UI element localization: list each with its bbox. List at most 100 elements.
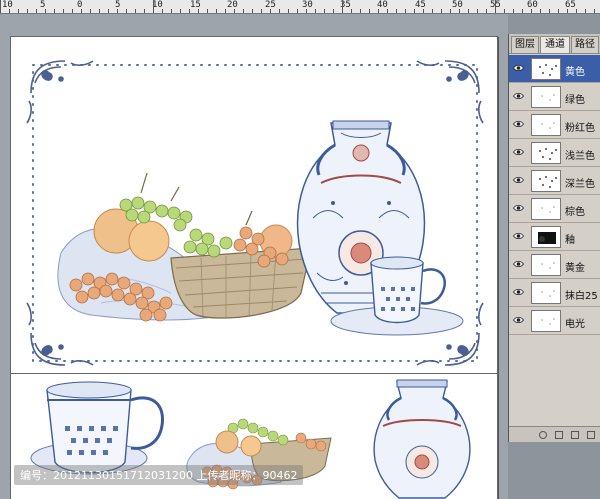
channel-name: 黄金 <box>565 263 585 274</box>
ruler-tick <box>378 9 379 13</box>
ruler-tick <box>333 9 334 13</box>
delete-channel-icon[interactable] <box>587 431 595 439</box>
corner-ornament-tl <box>26 60 94 124</box>
ruler-tick <box>423 9 424 13</box>
channel-thumbnail <box>531 170 561 192</box>
ruler-tick <box>117 9 118 13</box>
photoshop-window: 10505101520253035404550556065 <box>0 0 600 499</box>
eye-icon[interactable] <box>513 92 524 100</box>
channel-row[interactable]: 电光 <box>509 307 600 335</box>
ruler-tick <box>18 9 19 13</box>
ruler-tick <box>396 9 397 13</box>
ruler-tick <box>297 9 298 13</box>
ruler-label: 20 <box>227 0 238 10</box>
channel-thumbnail <box>531 226 561 248</box>
panel-gap <box>508 14 600 34</box>
channel-thumbnail <box>531 58 561 80</box>
ruler-tick <box>567 9 568 13</box>
channel-thumbnail <box>531 282 561 304</box>
ruler-label: 45 <box>415 0 426 10</box>
ruler-tick <box>81 9 82 13</box>
watermark-text: 编号：20121130151712031200 上传者昵称：90462 <box>14 465 304 485</box>
strip-tea-cup <box>30 381 164 475</box>
ruler-label: 60 <box>527 0 538 10</box>
channel-row[interactable]: 棕色 <box>509 195 600 223</box>
strip-vase <box>373 379 471 499</box>
save-selection-icon[interactable] <box>555 431 563 439</box>
channel-name: 抹白25 <box>565 291 598 302</box>
ruler-tick <box>351 9 352 13</box>
channel-thumbnail <box>531 310 561 332</box>
ruler-tick <box>387 9 388 13</box>
channel-row[interactable]: 浅兰色 <box>509 139 600 167</box>
ruler-tick <box>405 9 406 13</box>
canvas-area[interactable]: 编号：20121130151712031200 上传者昵称：90462 <box>0 14 508 499</box>
ruler-tick <box>369 9 370 13</box>
ruler-tick <box>54 9 55 13</box>
channel-row[interactable]: 黄金 <box>509 251 600 279</box>
panel-footer-gap <box>508 442 600 499</box>
ruler-tick <box>594 9 595 13</box>
ruler-tick <box>9 9 10 13</box>
channel-name: 绿色 <box>565 95 585 106</box>
eye-icon[interactable] <box>513 120 524 128</box>
ruler-tick <box>198 9 199 13</box>
ruler-tick <box>459 9 460 13</box>
channel-row[interactable]: 绿色 <box>509 83 600 111</box>
ruler-tick <box>63 9 64 13</box>
ruler-label: 15 <box>190 0 201 10</box>
horizontal-ruler[interactable]: 10505101520253035404550556065 <box>0 0 600 14</box>
load-selection-icon[interactable] <box>539 431 547 439</box>
channel-name: 电光 <box>565 319 585 330</box>
eye-icon[interactable] <box>513 260 524 268</box>
ruler-tick <box>279 9 280 13</box>
ruler-label: 30 <box>302 0 313 10</box>
channel-row[interactable]: 抹白25 <box>509 279 600 307</box>
ruler-tick <box>144 9 145 13</box>
ruler-tick <box>513 9 514 13</box>
ruler-tick <box>504 9 505 13</box>
channel-name: 黄色 <box>565 67 585 78</box>
ruler-tick <box>72 9 73 13</box>
ruler-tick <box>342 0 343 13</box>
channel-row[interactable]: 深兰色 <box>509 167 600 195</box>
tab-paths[interactable]: 路径 <box>571 36 599 53</box>
eye-icon[interactable] <box>513 148 524 156</box>
panel-tab-bar: 图层 通道 路径 <box>509 34 600 54</box>
ruler-tick <box>549 9 550 13</box>
eye-icon[interactable] <box>513 316 524 324</box>
wicker-basket <box>170 247 312 319</box>
new-channel-icon[interactable] <box>571 431 579 439</box>
ruler-tick <box>270 9 271 13</box>
channel-row[interactable]: 粉红色 <box>509 111 600 139</box>
ruler-tick <box>432 9 433 13</box>
channel-row[interactable]: 黄色 <box>509 55 600 83</box>
channel-name: 棕色 <box>565 207 585 218</box>
channel-name: 浅兰色 <box>565 151 595 162</box>
ruler-tick <box>558 9 559 13</box>
ruler-tick <box>360 9 361 13</box>
ruler-tick <box>306 9 307 13</box>
ruler-label: 50 <box>452 0 463 10</box>
tab-layers[interactable]: 图层 <box>511 36 539 53</box>
ruler-tick <box>180 9 181 13</box>
eye-icon[interactable] <box>513 204 524 212</box>
corner-ornament-tr <box>416 60 484 124</box>
channel-row[interactable]: 釉 <box>509 223 600 251</box>
document-canvas[interactable] <box>10 36 499 499</box>
fruit-basket <box>57 172 312 322</box>
ruler-tick <box>234 9 235 13</box>
ruler-tick <box>540 9 541 13</box>
eye-icon[interactable] <box>513 232 524 240</box>
eye-icon[interactable] <box>513 288 524 296</box>
ruler-tick <box>288 9 289 13</box>
tab-channels[interactable]: 通道 <box>540 36 570 53</box>
channel-thumbnail <box>531 198 561 220</box>
ruler-tick <box>135 9 136 13</box>
eye-icon[interactable] <box>513 64 524 72</box>
channel-thumbnail <box>531 142 561 164</box>
channel-list: 黄色绿色粉红色浅兰色深兰色棕色釉黄金抹白25 电光 <box>509 55 600 335</box>
ruler-tick <box>252 9 253 13</box>
eye-icon[interactable] <box>513 176 524 184</box>
channel-thumbnail <box>531 254 561 276</box>
